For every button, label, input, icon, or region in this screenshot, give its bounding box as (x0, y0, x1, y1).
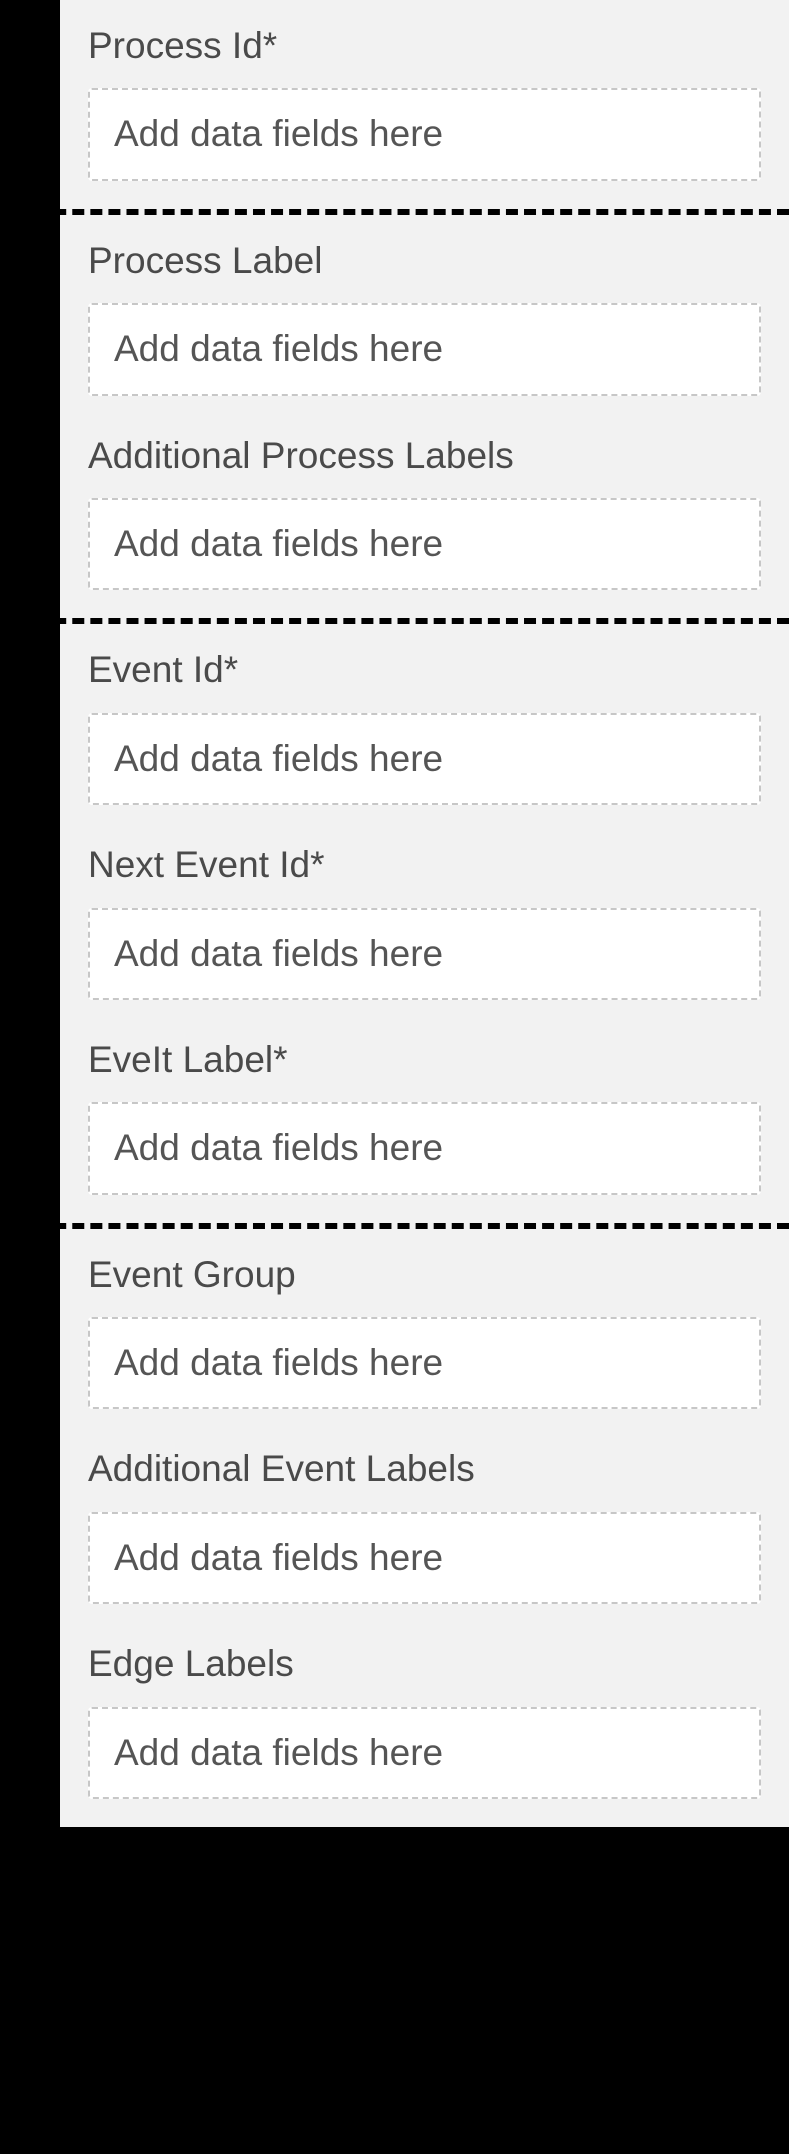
drop-well-event-label[interactable]: Add data fields here (88, 1102, 761, 1194)
drop-well-process-label[interactable]: Add data fields here (88, 303, 761, 395)
drop-well-edge-labels[interactable]: Add data fields here (88, 1707, 761, 1799)
field-label-event-group: Event Group (88, 1253, 761, 1297)
field-well-panel: Process Id* Add data fields here Process… (60, 0, 789, 1827)
field-label-edge-labels: Edge Labels (88, 1642, 761, 1686)
field-group-additional-event-labels: Additional Event Labels Add data fields … (88, 1447, 761, 1604)
field-group-process-id: Process Id* Add data fields here (88, 24, 761, 181)
drop-well-additional-event-labels[interactable]: Add data fields here (88, 1512, 761, 1604)
field-label-event-label: EveIt Label* (88, 1038, 761, 1082)
field-group-event-group: Event Group Add data fields here (88, 1253, 761, 1410)
drop-well-process-id[interactable]: Add data fields here (88, 88, 761, 180)
field-group-edge-labels: Edge Labels Add data fields here (88, 1642, 761, 1799)
field-group-process-label: Process Label Add data fields here (88, 239, 761, 396)
drop-well-event-group[interactable]: Add data fields here (88, 1317, 761, 1409)
field-label-additional-event-labels: Additional Event Labels (88, 1447, 761, 1491)
field-label-additional-process-labels: Additional Process Labels (88, 434, 761, 478)
field-group-event-id: Event Id* Add data fields here (88, 648, 761, 805)
field-label-process-id: Process Id* (88, 24, 761, 68)
field-label-next-event-id: Next Event Id* (88, 843, 761, 887)
field-group-next-event-id: Next Event Id* Add data fields here (88, 843, 761, 1000)
section-process-id: Process Id* Add data fields here (60, 0, 789, 209)
field-label-process-label: Process Label (88, 239, 761, 283)
field-group-additional-process-labels: Additional Process Labels Add data field… (88, 434, 761, 591)
section-process-labels: Process Label Add data fields here Addit… (60, 215, 789, 619)
drop-well-event-id[interactable]: Add data fields here (88, 713, 761, 805)
field-label-event-id: Event Id* (88, 648, 761, 692)
drop-well-additional-process-labels[interactable]: Add data fields here (88, 498, 761, 590)
section-events: Event Id* Add data fields here Next Even… (60, 624, 789, 1222)
field-group-event-label: EveIt Label* Add data fields here (88, 1038, 761, 1195)
section-event-extras: Event Group Add data fields here Additio… (60, 1229, 789, 1827)
drop-well-next-event-id[interactable]: Add data fields here (88, 908, 761, 1000)
